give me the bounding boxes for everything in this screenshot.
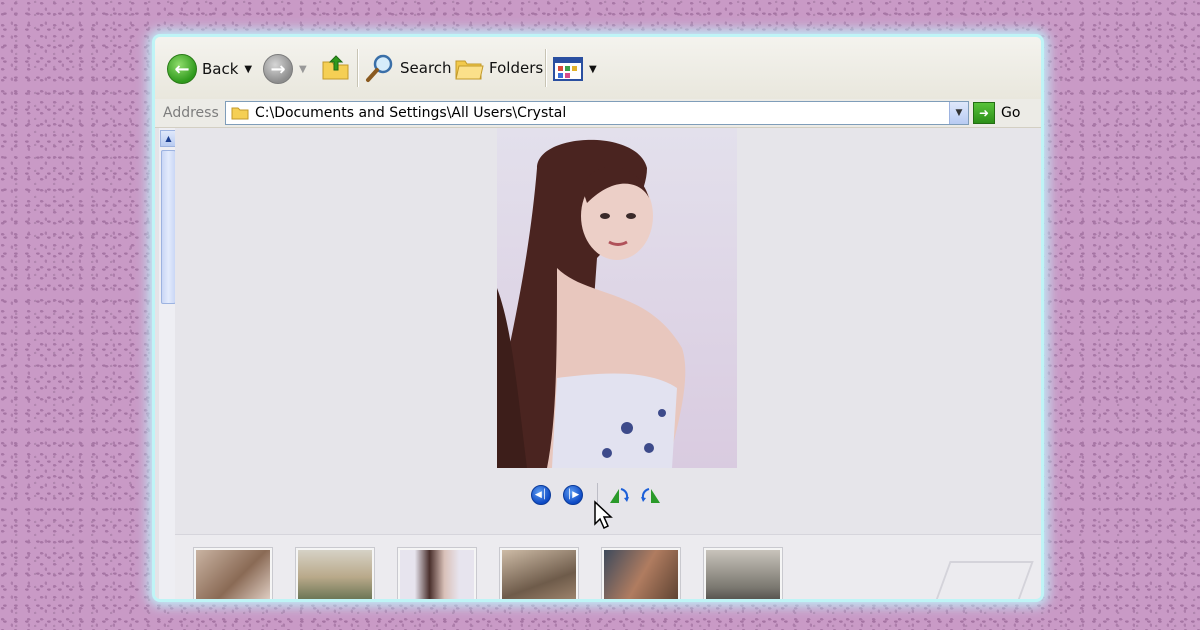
folders-button[interactable]: Folders	[455, 55, 543, 81]
previous-image-icon[interactable]: ◀│	[531, 485, 551, 505]
views-button[interactable]: ▼	[553, 57, 597, 81]
magnifier-icon	[366, 54, 393, 82]
search-button[interactable]: Search	[365, 53, 452, 83]
thumbnail-item[interactable]	[703, 547, 783, 599]
back-arrow-icon: ←	[167, 54, 197, 84]
toolbar: ← Back ▼ → ▼ Search Folders ▼	[155, 37, 1041, 100]
folders-label: Folders	[489, 59, 544, 77]
forward-arrow-icon: →	[263, 54, 293, 84]
folders-icon	[455, 60, 484, 80]
views-dropdown-icon[interactable]: ▼	[589, 64, 597, 75]
thumbnail-item[interactable]	[601, 547, 681, 599]
mouse-pointer-icon	[594, 500, 613, 530]
thumbnail-item[interactable]	[193, 547, 273, 599]
scroll-thumb[interactable]	[161, 150, 176, 304]
address-path: C:\Documents and Settings\All Users\Crys…	[255, 105, 567, 121]
back-button[interactable]: ← Back ▼	[167, 54, 252, 84]
thumbnail-item[interactable]	[295, 547, 375, 599]
back-label: Back	[202, 60, 239, 78]
go-arrow-icon: ➜	[973, 102, 995, 124]
content-area: ▲ ◀│ │▶	[155, 128, 1041, 599]
explorer-window: ← Back ▼ → ▼ Search Folders ▼ Address C:…	[152, 34, 1044, 602]
up-folder-button[interactable]	[321, 53, 351, 81]
preview-photo	[497, 128, 737, 468]
go-button[interactable]: ➜ Go	[973, 102, 1020, 124]
folder-icon	[231, 107, 249, 120]
address-label: Address	[163, 105, 219, 121]
rotate-counterclockwise-icon[interactable]	[640, 485, 662, 505]
forward-dropdown-icon[interactable]: ▼	[299, 64, 307, 75]
next-image-icon[interactable]: │▶	[563, 485, 583, 505]
back-dropdown-icon[interactable]: ▼	[244, 64, 252, 75]
address-field[interactable]: C:\Documents and Settings\All Users\Crys…	[225, 101, 969, 125]
thumbnail-item[interactable]	[397, 547, 477, 599]
filmstrip-decoration	[932, 561, 1034, 599]
search-label: Search	[400, 59, 452, 77]
go-label: Go	[1001, 105, 1021, 121]
thumbnail-item[interactable]	[499, 547, 579, 599]
address-dropdown-icon[interactable]: ▼	[949, 102, 968, 124]
filmstrip	[175, 534, 1041, 599]
portrait-image	[497, 128, 737, 468]
forward-button[interactable]: → ▼	[263, 54, 307, 84]
address-bar: Address C:\Documents and Settings\All Us…	[155, 99, 1041, 128]
image-preview-pane: ◀│ │▶	[175, 128, 1041, 534]
folder-up-icon	[322, 55, 349, 80]
views-icon	[553, 57, 583, 81]
